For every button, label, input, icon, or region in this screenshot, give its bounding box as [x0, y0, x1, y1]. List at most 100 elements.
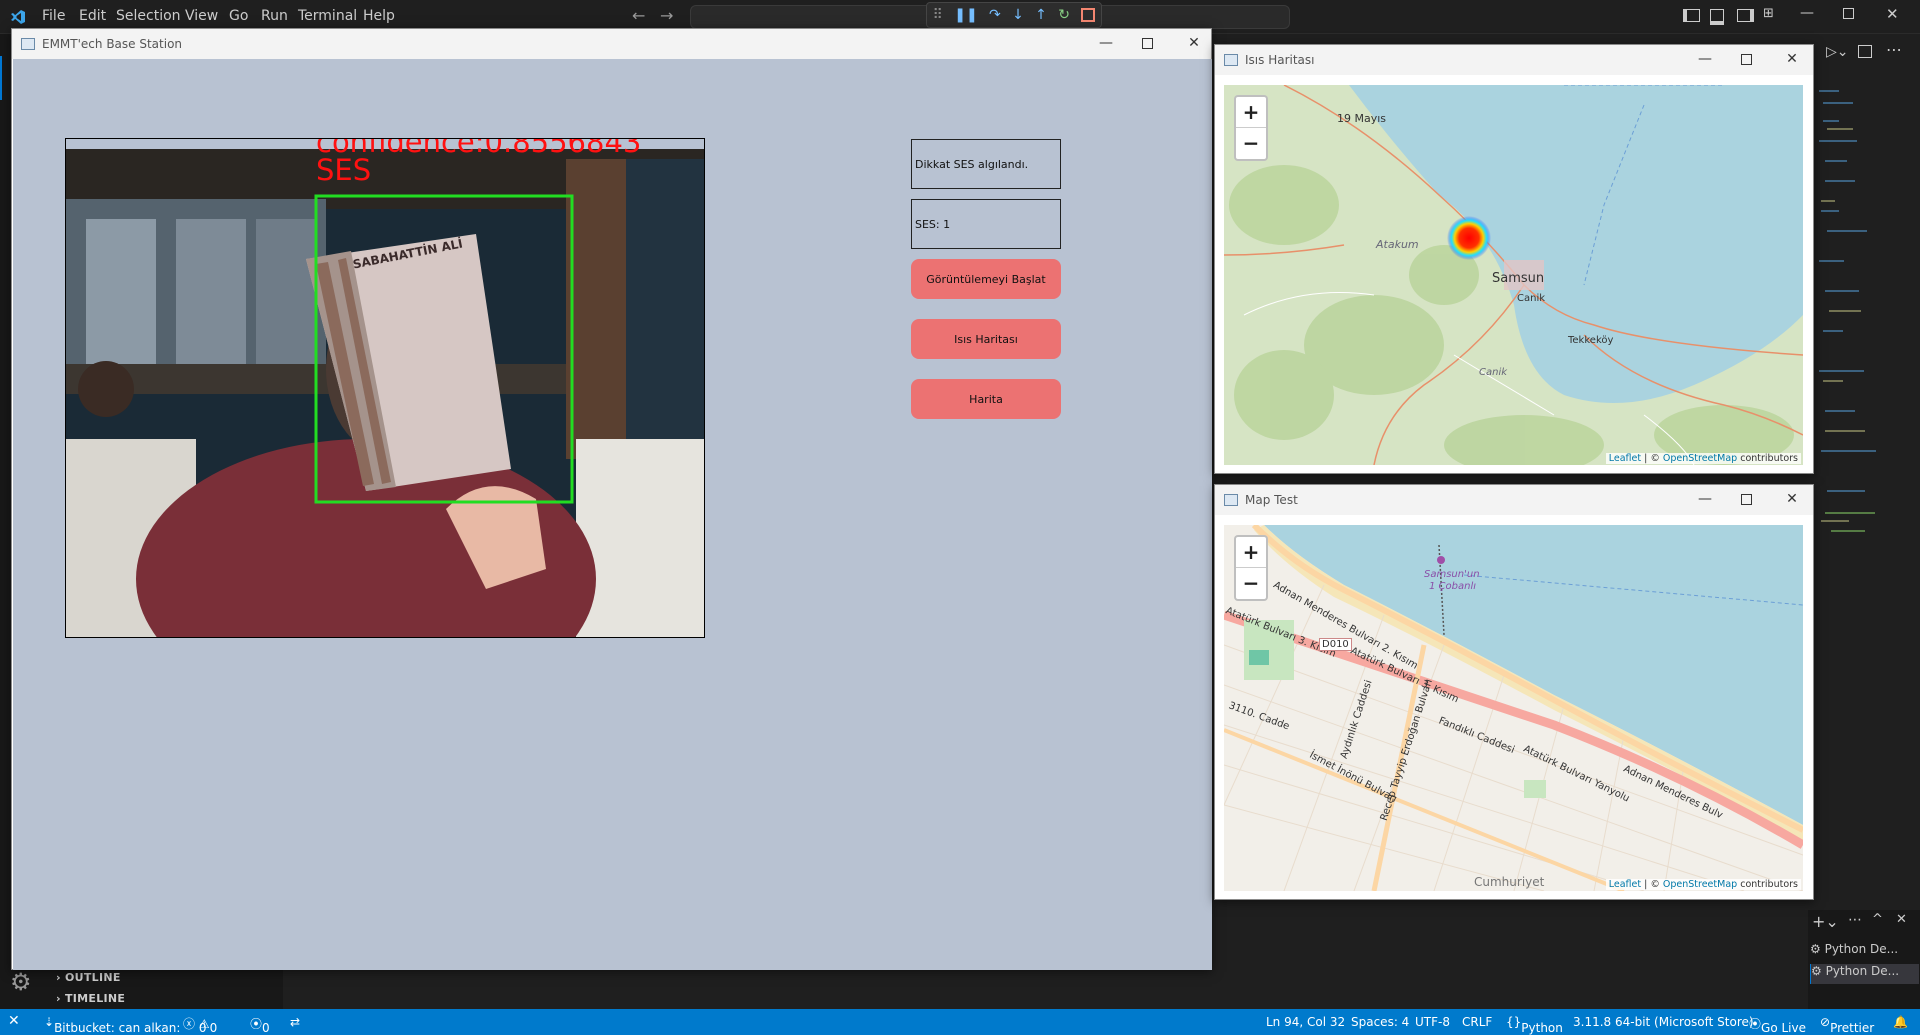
osm-link[interactable]: OpenStreetMap [1663, 453, 1737, 464]
place-label: Canik [1517, 293, 1546, 304]
window-titlebar[interactable]: EMMT'ech Base Station — ✕ [12, 29, 1211, 59]
step-into-icon[interactable]: ↓ [1012, 7, 1024, 23]
place-label: Samsun [1492, 271, 1545, 286]
outline-label: OUTLINE [64, 971, 121, 984]
status-indentation[interactable]: Spaces: 4 [1351, 1015, 1409, 1029]
place-label: Canik [1479, 367, 1508, 378]
maximize-icon[interactable] [1741, 54, 1752, 65]
run-icon[interactable]: ▷⌄ [1826, 44, 1849, 60]
menu-view[interactable]: View [185, 8, 218, 24]
zoom-out-button[interactable]: − [1236, 127, 1266, 158]
anchor-icon [1437, 556, 1445, 564]
minimize-icon[interactable]: — [1800, 5, 1814, 21]
attribution-contributors: contributors [1740, 453, 1798, 464]
step-out-icon[interactable]: ↑ [1035, 7, 1047, 23]
alert-label: Dikkat SES algılandı. [911, 139, 1061, 189]
timeline-label: TIMELINE [64, 992, 126, 1005]
outline-section[interactable]: › OUTLINE [56, 971, 121, 984]
menu-file[interactable]: File [42, 8, 65, 24]
maximize-panel-icon[interactable]: ^ [1872, 912, 1883, 927]
close-panel-icon[interactable]: ✕ [1896, 912, 1907, 927]
menu-terminal[interactable]: Terminal [298, 8, 357, 24]
menu-edit[interactable]: Edit [79, 8, 106, 24]
customize-layout-icon[interactable]: ⊞ [1763, 6, 1774, 21]
branch-label: Bitbucket: can alkan: [54, 1021, 181, 1035]
menu-selection[interactable]: Selection [116, 8, 181, 24]
terminal-panel: +⌄ ⋯ ^ ✕ ⚙ Python De... ⚙ Python De... [1808, 910, 1920, 1010]
settings-gear-icon[interactable]: ⚙ [10, 968, 32, 996]
status-interpreter[interactable]: 3.11.8 64-bit (Microsoft Store) [1573, 1015, 1754, 1029]
close-icon[interactable]: ✕ [1184, 35, 1204, 51]
window-titlebar[interactable]: Isıs Haritası — ✕ [1215, 45, 1813, 75]
step-over-icon[interactable]: ↷ [989, 7, 1001, 23]
status-branch[interactable]: ⇣ Bitbucket: can alkan: [44, 1015, 180, 1035]
heatmap-button[interactable]: Isıs Haritası [911, 319, 1061, 359]
menu-help[interactable]: Help [363, 8, 395, 24]
minimap[interactable] [1815, 80, 1885, 560]
window-client-area: confidence:0.8556843 SES SABAHATTİN ALİ … [13, 59, 1212, 970]
status-golive[interactable]: ⦿ Go Live [1749, 1015, 1806, 1035]
status-problems[interactable]: ⓧ 0 ⚠ 0 [183, 1015, 217, 1035]
tools-icon: ⚙ [1810, 942, 1821, 956]
maximize-icon[interactable] [1142, 38, 1153, 49]
zoom-in-button[interactable]: + [1236, 97, 1266, 127]
camera-frame [66, 139, 704, 637]
split-editor-icon[interactable] [1858, 45, 1872, 58]
sound-count-label: SES: 1 [911, 199, 1061, 249]
heatmap-map[interactable]: 19 Mayıs Atakum Samsun Canik Tekkeköy Ca… [1224, 85, 1803, 465]
tools-icon: ⚙ [1811, 964, 1822, 978]
status-eol[interactable]: CRLF [1462, 1015, 1492, 1029]
add-terminal-icon[interactable]: +⌄ [1812, 912, 1839, 931]
forward-arrow-icon[interactable]: → [660, 6, 673, 25]
restart-icon[interactable]: ↻ [1058, 7, 1070, 23]
pause-icon[interactable]: ❚❚ [954, 7, 977, 23]
layout-sidebar-icon[interactable] [1683, 9, 1700, 22]
maximize-icon[interactable] [1741, 494, 1752, 505]
restore-icon[interactable] [1843, 8, 1854, 19]
status-ports[interactable]: ⦿ 0 [250, 1015, 270, 1035]
terminal-tab[interactable]: ⚙ Python De... [1810, 964, 1919, 984]
status-language[interactable]: {} Python [1506, 1015, 1563, 1035]
window-titlebar[interactable]: Map Test — ✕ [1215, 485, 1813, 515]
drag-handle-icon[interactable]: ⠿ [933, 7, 943, 23]
close-icon[interactable]: ✕ [1886, 5, 1899, 23]
leaflet-link[interactable]: Leaflet [1609, 879, 1641, 890]
leaflet-link[interactable]: Leaflet [1609, 453, 1641, 464]
minimize-icon[interactable]: — [1695, 51, 1715, 67]
osm-link[interactable]: OpenStreetMap [1663, 879, 1737, 890]
live-share-icon[interactable]: ⇄ [290, 1015, 300, 1029]
minimize-icon[interactable]: — [1096, 35, 1116, 51]
panel-more-icon[interactable]: ⋯ [1848, 912, 1862, 928]
vscode-logo-icon [11, 10, 25, 24]
notifications-bell-icon[interactable]: 🔔 [1893, 1015, 1908, 1029]
remote-icon[interactable]: ✕ [8, 1013, 20, 1029]
terminal-tab-label: Python De... [1825, 964, 1900, 978]
timeline-section[interactable]: › TIMELINE [56, 992, 125, 1005]
heatmap-window: Isıs Haritası — ✕ 19 Mayıs Atakum Samsun… [1214, 44, 1814, 474]
more-actions-icon[interactable]: ⋯ [1886, 40, 1902, 59]
debug-toolbar: ⠿ ❚❚ ↷ ↓ ↑ ↻ [926, 2, 1102, 28]
close-icon[interactable]: ✕ [1782, 491, 1802, 507]
stop-icon[interactable] [1081, 8, 1096, 22]
detection-class-label: SES [316, 153, 372, 187]
minimize-icon[interactable]: — [1695, 491, 1715, 507]
terminal-tab[interactable]: ⚙ Python De... [1810, 942, 1918, 962]
start-imaging-button[interactable]: Görüntülemeyi Başlat [911, 259, 1061, 299]
layout-secondary-icon[interactable] [1737, 9, 1754, 22]
map-button[interactable]: Harita [911, 379, 1061, 419]
close-icon[interactable]: ✕ [1782, 51, 1802, 67]
status-prettier[interactable]: ⊘ Prettier [1820, 1015, 1874, 1035]
status-position[interactable]: Ln 94, Col 32 [1266, 1015, 1345, 1029]
street-map[interactable]: Samsun'un 1 Çobanlı Adnan Menderes Bulva… [1224, 525, 1803, 891]
layout-panel-icon[interactable] [1710, 9, 1724, 25]
language-label: Python [1521, 1021, 1563, 1035]
attribution-separator: | © [1644, 453, 1660, 464]
status-encoding[interactable]: UTF-8 [1415, 1015, 1450, 1029]
back-arrow-icon[interactable]: ← [632, 6, 645, 25]
zoom-in-button[interactable]: + [1236, 537, 1266, 567]
menu-go[interactable]: Go [229, 8, 248, 24]
menu-run[interactable]: Run [261, 8, 288, 24]
status-bar: ✕ ⇣ Bitbucket: can alkan: ⓧ 0 ⚠ 0 ⦿ 0 ⇄ … [0, 1009, 1920, 1035]
zoom-out-button[interactable]: − [1236, 567, 1266, 598]
zoom-control: + − [1234, 95, 1268, 161]
